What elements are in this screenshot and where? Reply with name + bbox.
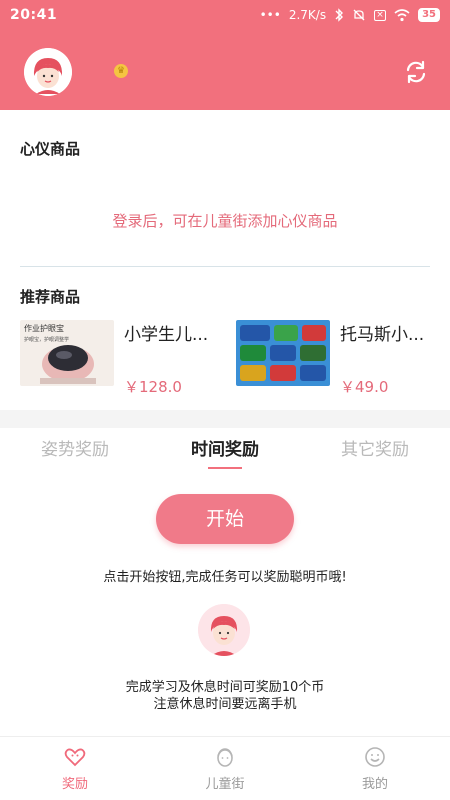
tab-label: 其它奖励 <box>341 440 409 460</box>
tab-other-reward[interactable]: 其它奖励 <box>300 428 450 472</box>
product-price: ￥49.0 <box>340 378 389 396</box>
tab-time-reward[interactable]: 时间奖励 <box>150 428 300 472</box>
nav-label: 儿童街 <box>205 777 245 792</box>
section-separator <box>0 410 450 428</box>
content-card: 心仪商品 登录后，可在儿童街添加心仪商品 推荐商品 作业护眼宝 护眼宝，护眼调整… <box>0 110 450 410</box>
dots-icon: ••• <box>259 8 281 22</box>
product-card-2[interactable]: 托马斯小... ￥49.0 <box>236 320 436 400</box>
nav-label: 我的 <box>361 777 388 792</box>
section-divider <box>20 266 430 267</box>
kid-illustration-icon <box>198 604 250 656</box>
product-thumb-text: 作业护眼宝 <box>24 323 64 333</box>
nav-item-kids-street[interactable]: 儿童街 <box>150 737 300 800</box>
bottom-nav: 奖励 儿童街 我的 <box>0 736 450 800</box>
nav-label: 奖励 <box>61 777 88 792</box>
tab-label: 时间奖励 <box>191 440 259 460</box>
product-name: 小学生儿... <box>124 325 209 345</box>
reward-info-line2: 注意休息时间要远离手机 <box>153 697 297 712</box>
bluetooth-icon <box>335 8 344 22</box>
product-image-1[interactable]: 作业护眼宝 护眼宝，护眼调整学 <box>20 320 114 386</box>
refresh-icon[interactable] <box>402 58 430 86</box>
girl-avatar-icon[interactable] <box>24 48 72 96</box>
battery-icon: 35 <box>418 8 440 22</box>
product-image-2[interactable] <box>236 320 330 386</box>
tab-posture-reward[interactable]: 姿势奖励 <box>0 428 150 472</box>
recommended-title: 推荐商品 <box>20 288 81 306</box>
crown-badge-icon: ♛ <box>114 64 128 78</box>
reward-tabs: 姿势奖励 时间奖励 其它奖励 <box>0 428 450 472</box>
profile-header: ♛ <box>0 30 450 110</box>
wifi-icon <box>394 8 410 21</box>
tab-label: 姿势奖励 <box>41 440 109 460</box>
status-icons: ••• 2.7K/s × 35 <box>260 8 440 22</box>
favorites-empty-message[interactable]: 登录后，可在儿童街添加心仪商品 <box>0 210 450 231</box>
product-thumb-subtext: 护眼宝，护眼调整学 <box>24 336 69 343</box>
status-time: 20:41 <box>10 7 58 23</box>
sim-icon: × <box>374 9 387 21</box>
favorites-title: 心仪商品 <box>20 140 81 158</box>
product-card-1[interactable]: 作业护眼宝 护眼宝，护眼调整学 小学生儿... ￥128.0 <box>20 320 220 400</box>
status-bar: 20:41 ••• 2.7K/s × 35 <box>0 0 450 30</box>
kid-face-icon <box>217 748 233 767</box>
network-speed: 2.7K/s <box>288 8 327 22</box>
start-hint: 点击开始按钮,完成任务可以奖励聪明币哦! <box>103 570 347 585</box>
tab-active-indicator <box>208 467 242 469</box>
smile-face-icon <box>365 747 385 767</box>
nav-item-me[interactable]: 我的 <box>300 737 450 800</box>
start-button[interactable]: 开始 <box>156 494 294 544</box>
nav-item-reward[interactable]: 奖励 <box>0 737 150 800</box>
product-name: 托马斯小... <box>340 325 425 345</box>
reward-heart-icon <box>64 748 86 767</box>
mute-icon <box>353 9 365 21</box>
product-price: ￥128.0 <box>124 378 182 396</box>
